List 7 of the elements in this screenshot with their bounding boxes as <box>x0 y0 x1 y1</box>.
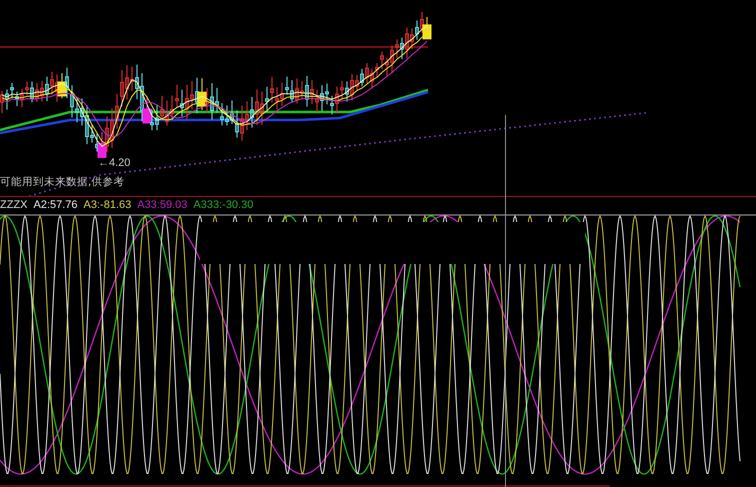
indicator-value: A33:59.03 <box>137 198 188 210</box>
indicator-value: A3:-81.63 <box>84 198 132 210</box>
indicator-value: A2:57.76 <box>34 198 78 210</box>
indicator-value: A333:-30.30 <box>193 198 254 210</box>
indicator-value: ZZZX <box>0 198 28 210</box>
low-price-label: ←4.20 <box>98 157 130 169</box>
future-data-warning: 可能用到未来数据,供参考 <box>0 175 124 189</box>
